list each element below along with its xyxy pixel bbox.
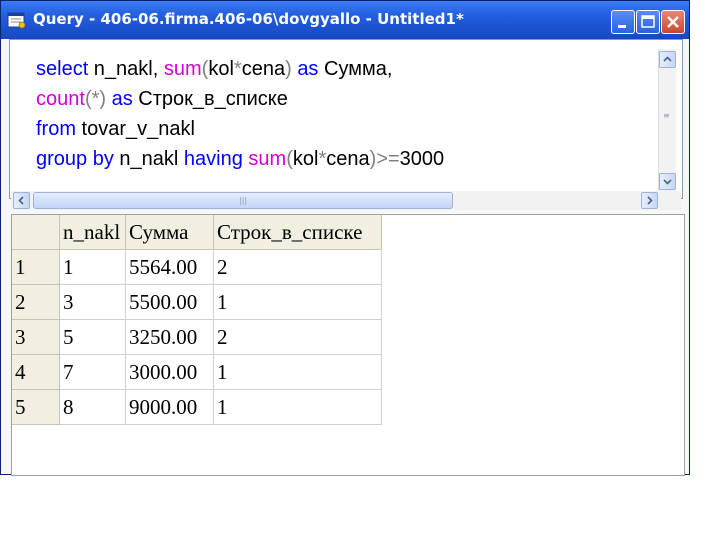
results-grid: n_nakl Сумма Строк_в_списке 1 1 5564.00 …: [12, 215, 382, 425]
chevron-up-icon: [663, 56, 672, 62]
scroll-up-button[interactable]: [659, 51, 676, 68]
results-grid-panel[interactable]: n_nakl Сумма Строк_в_списке 1 1 5564.00 …: [11, 214, 685, 476]
table-row[interactable]: 1 1 5564.00 2: [12, 249, 382, 285]
sql-token: count: [36, 88, 85, 110]
table-cell[interactable]: 9000.00: [125, 389, 214, 425]
sql-token: having: [183, 148, 243, 170]
table-cell[interactable]: 3000.00: [125, 354, 214, 390]
scroll-grip-icon: |||: [239, 196, 248, 205]
sql-token: Строк_в_списке: [132, 88, 288, 110]
minimize-icon: [618, 25, 626, 28]
scroll-grip-icon: ≡: [663, 111, 670, 120]
sql-token: as: [297, 58, 319, 80]
table-cell[interactable]: 5: [59, 319, 126, 355]
column-header[interactable]: n_nakl: [59, 215, 126, 250]
table-row[interactable]: 2 3 5500.00 1: [12, 284, 382, 320]
row-number[interactable]: 4: [12, 354, 60, 390]
row-number[interactable]: 2: [12, 284, 60, 320]
table-cell[interactable]: 7: [59, 354, 126, 390]
minimize-button[interactable]: [611, 10, 635, 34]
column-header[interactable]: Строк_в_списке: [213, 215, 382, 250]
sql-token: kol: [208, 58, 234, 80]
sql-token: select: [36, 58, 89, 80]
scroll-down-button[interactable]: [659, 173, 676, 190]
sql-line[interactable]: count(*) as Строк_в_списке: [36, 84, 444, 114]
table-cell[interactable]: 2: [213, 249, 382, 285]
table-row[interactable]: 4 7 3000.00 1: [12, 354, 382, 390]
sql-token: (: [286, 148, 293, 170]
sql-line[interactable]: group by n_nakl having sum(kol*cena)>=30…: [36, 144, 444, 174]
sql-token: 3000: [399, 148, 445, 170]
sql-token: (*): [84, 88, 107, 110]
sql-token: kol: [292, 148, 319, 170]
chevron-left-icon: [18, 196, 24, 205]
sql-token: n_nakl,: [88, 58, 164, 80]
sql-editor[interactable]: select n_nakl, sum(kol*cena) as Сумма, co…: [9, 39, 683, 199]
window-title: Query - 406-06.firma.406-06\dovgyallo - …: [33, 10, 464, 28]
table-cell[interactable]: 3: [59, 284, 126, 320]
sql-token: n_nakl: [113, 148, 184, 170]
sql-line[interactable]: from tovar_v_nakl: [36, 114, 444, 144]
grid-header-row: n_nakl Сумма Строк_в_списке: [12, 215, 382, 250]
scroll-right-button[interactable]: [641, 192, 658, 209]
table-cell[interactable]: 1: [59, 249, 126, 285]
sql-token: )>=: [369, 148, 400, 170]
row-number[interactable]: 5: [12, 389, 60, 425]
grid-corner-cell[interactable]: [12, 215, 60, 250]
sql-line[interactable]: select n_nakl, sum(kol*cena) as Сумма,: [36, 54, 444, 84]
column-header[interactable]: Сумма: [125, 215, 214, 250]
table-row[interactable]: 3 5 3250.00 2: [12, 319, 382, 355]
sql-token: tovar_v_nakl: [76, 118, 195, 140]
sql-token: cena: [326, 148, 370, 170]
sql-token: sum: [163, 58, 202, 80]
horizontal-scroll-thumb[interactable]: |||: [33, 192, 453, 209]
sql-token: cena: [241, 58, 286, 80]
chevron-down-icon: [663, 179, 672, 185]
sql-token: group by: [36, 148, 114, 170]
row-number[interactable]: 3: [12, 319, 60, 355]
table-cell[interactable]: 5500.00: [125, 284, 214, 320]
row-number[interactable]: 1: [12, 249, 60, 285]
table-cell[interactable]: 1: [213, 284, 382, 320]
sql-token: *: [233, 58, 242, 80]
close-icon: [667, 16, 679, 28]
sql-code[interactable]: select n_nakl, sum(kol*cena) as Сумма, co…: [36, 54, 444, 174]
table-cell[interactable]: 1: [213, 389, 382, 425]
sql-token: Сумма,: [318, 58, 393, 80]
sql-token: sum: [248, 148, 287, 170]
sql-token: from: [36, 118, 76, 140]
editor-horizontal-scrollbar[interactable]: |||: [11, 191, 681, 210]
title-bar[interactable]: Query - 406-06.firma.406-06\dovgyallo - …: [1, 1, 689, 39]
table-cell[interactable]: 5564.00: [125, 249, 214, 285]
table-row[interactable]: 5 8 9000.00 1: [12, 389, 382, 425]
chevron-right-icon: [647, 196, 653, 205]
sql-token: ): [285, 58, 292, 80]
table-cell[interactable]: 2: [213, 319, 382, 355]
editor-vertical-scrollbar[interactable]: ≡: [658, 49, 676, 191]
close-button[interactable]: [661, 10, 685, 34]
maximize-icon: [641, 15, 655, 28]
table-cell[interactable]: 3250.00: [125, 319, 214, 355]
query-window: Query - 406-06.firma.406-06\dovgyallo - …: [0, 0, 690, 476]
scroll-left-button[interactable]: [13, 192, 30, 209]
maximize-button[interactable]: [636, 10, 660, 34]
sql-token: as: [111, 88, 133, 110]
app-icon: [7, 11, 27, 29]
table-cell[interactable]: 8: [59, 389, 126, 425]
table-cell[interactable]: 1: [213, 354, 382, 390]
